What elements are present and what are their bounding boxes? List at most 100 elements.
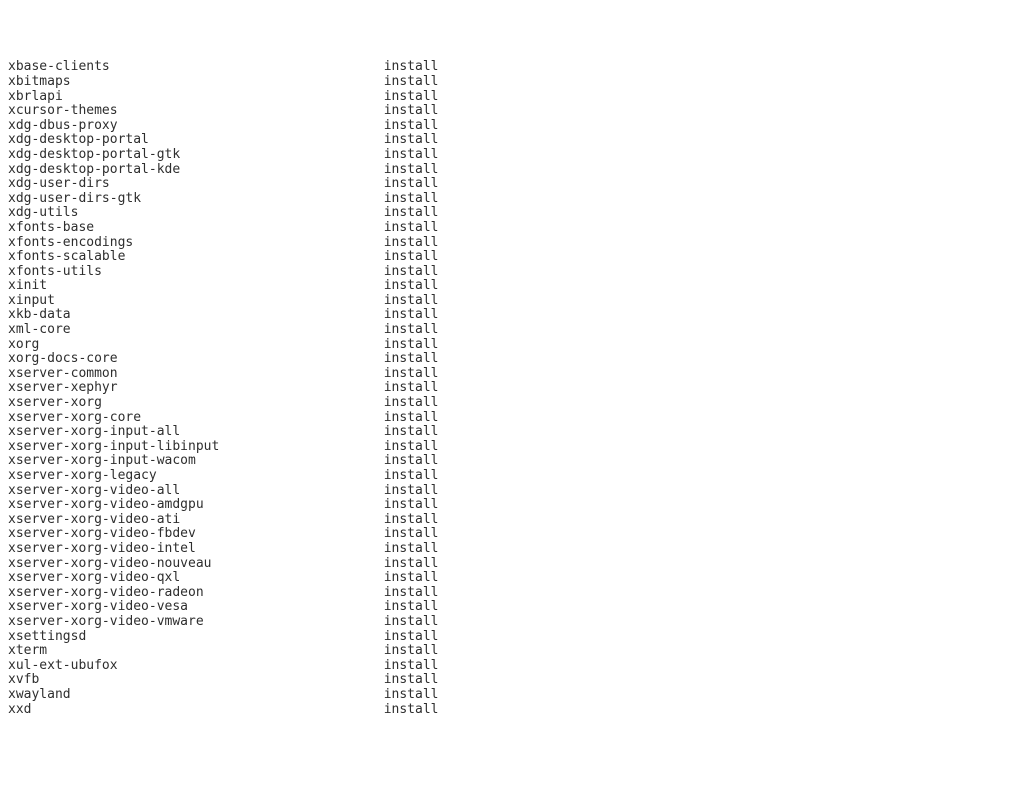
package-status: install [384, 191, 439, 206]
package-status: install [384, 629, 439, 644]
package-row: xdg-desktop-portal-kde install [8, 163, 1016, 178]
package-row: xdg-desktop-portal-gtk install [8, 148, 1016, 163]
package-status: install [384, 585, 439, 600]
package-name: xdg-desktop-portal-gtk [8, 147, 180, 162]
package-name: xserver-xorg-input-wacom [8, 453, 196, 468]
package-status: install [384, 643, 439, 658]
package-name: xserver-xorg [8, 395, 102, 410]
package-name: xcursor-themes [8, 103, 118, 118]
package-status: install [384, 614, 439, 629]
package-status: install [384, 205, 439, 220]
package-row: xdg-dbus-proxy install [8, 119, 1016, 134]
package-status: install [384, 235, 439, 250]
package-row: xserver-xorg-input-wacom install [8, 454, 1016, 469]
package-name: xserver-xorg-input-libinput [8, 439, 219, 454]
package-status: install [384, 118, 439, 133]
package-row: xserver-xorg-video-vmware install [8, 615, 1016, 630]
package-name: xfonts-encodings [8, 235, 133, 250]
package-name: xbase-clients [8, 59, 110, 74]
package-status: install [384, 176, 439, 191]
package-status: install [384, 687, 439, 702]
package-name: xinput [8, 293, 55, 308]
package-status: install [384, 74, 439, 89]
package-name: xserver-xorg-core [8, 410, 141, 425]
package-status: install [384, 512, 439, 527]
package-status: install [384, 556, 439, 571]
package-name: xbitmaps [8, 74, 71, 89]
package-row: xorg-docs-core install [8, 352, 1016, 367]
package-name: xfonts-scalable [8, 249, 125, 264]
package-status: install [384, 702, 439, 717]
package-row: xserver-xorg-video-qxl install [8, 571, 1016, 586]
package-name: xserver-xorg-video-intel [8, 541, 196, 556]
package-name: xfonts-utils [8, 264, 102, 279]
package-status: install [384, 453, 439, 468]
package-row: xserver-xorg-video-all install [8, 484, 1016, 499]
package-row: xserver-xorg-input-all install [8, 425, 1016, 440]
package-row: xbrlapi install [8, 90, 1016, 105]
package-status: install [384, 497, 439, 512]
package-status: install [384, 337, 439, 352]
package-name: xserver-xorg-video-qxl [8, 570, 180, 585]
package-row: xserver-xorg-legacy install [8, 469, 1016, 484]
package-name: xml-core [8, 322, 71, 337]
package-row: xdg-user-dirs install [8, 177, 1016, 192]
package-name: xserver-common [8, 366, 118, 381]
package-row: xserver-xorg-video-radeon install [8, 586, 1016, 601]
package-status: install [384, 278, 439, 293]
package-status: install [384, 147, 439, 162]
package-name: xserver-xorg-video-fbdev [8, 526, 196, 541]
package-status: install [384, 483, 439, 498]
package-status: install [384, 541, 439, 556]
package-status: install [384, 307, 439, 322]
package-name: xserver-xorg-video-radeon [8, 585, 204, 600]
package-row: xsettingsd install [8, 630, 1016, 645]
package-row: xxd install [8, 703, 1016, 718]
package-row: xserver-xorg-input-libinput install [8, 440, 1016, 455]
package-row: xul-ext-ubufox install [8, 659, 1016, 674]
package-status: install [384, 162, 439, 177]
package-name: xdg-dbus-proxy [8, 118, 118, 133]
package-row: xcursor-themes install [8, 104, 1016, 119]
package-list: xbase-clients installxbitmaps installxbr… [8, 60, 1016, 717]
package-name: xserver-xorg-video-all [8, 483, 180, 498]
package-name: xserver-xorg-legacy [8, 468, 157, 483]
package-row: xterm install [8, 644, 1016, 659]
package-name: xdg-utils [8, 205, 78, 220]
package-name: xorg-docs-core [8, 351, 118, 366]
package-status: install [384, 351, 439, 366]
package-status: install [384, 322, 439, 337]
package-name: xserver-xorg-video-vmware [8, 614, 204, 629]
package-row: xinit install [8, 279, 1016, 294]
package-status: install [384, 599, 439, 614]
package-name: xbrlapi [8, 89, 63, 104]
package-status: install [384, 264, 439, 279]
package-row: xserver-xorg-core install [8, 411, 1016, 426]
package-name: xdg-desktop-portal-kde [8, 162, 180, 177]
package-row: xserver-xorg-video-nouveau install [8, 557, 1016, 572]
package-row: xml-core install [8, 323, 1016, 338]
package-name: xwayland [8, 687, 71, 702]
package-row: xdg-user-dirs-gtk install [8, 192, 1016, 207]
package-row: xserver-xephyr install [8, 381, 1016, 396]
package-name: xserver-xorg-video-ati [8, 512, 180, 527]
package-status: install [384, 439, 439, 454]
package-status: install [384, 220, 439, 235]
package-status: install [384, 570, 439, 585]
package-status: install [384, 293, 439, 308]
package-row: xserver-xorg install [8, 396, 1016, 411]
package-name: xinit [8, 278, 47, 293]
package-status: install [384, 395, 439, 410]
package-row: xbitmaps install [8, 75, 1016, 90]
package-row: xserver-xorg-video-ati install [8, 513, 1016, 528]
package-status: install [384, 89, 439, 104]
package-name: xvfb [8, 672, 39, 687]
package-status: install [384, 672, 439, 687]
package-row: xfonts-base install [8, 221, 1016, 236]
package-row: xvfb install [8, 673, 1016, 688]
package-name: xserver-xorg-video-nouveau [8, 556, 212, 571]
package-status: install [384, 468, 439, 483]
package-status: install [384, 658, 439, 673]
package-name: xsettingsd [8, 629, 86, 644]
package-status: install [384, 103, 439, 118]
